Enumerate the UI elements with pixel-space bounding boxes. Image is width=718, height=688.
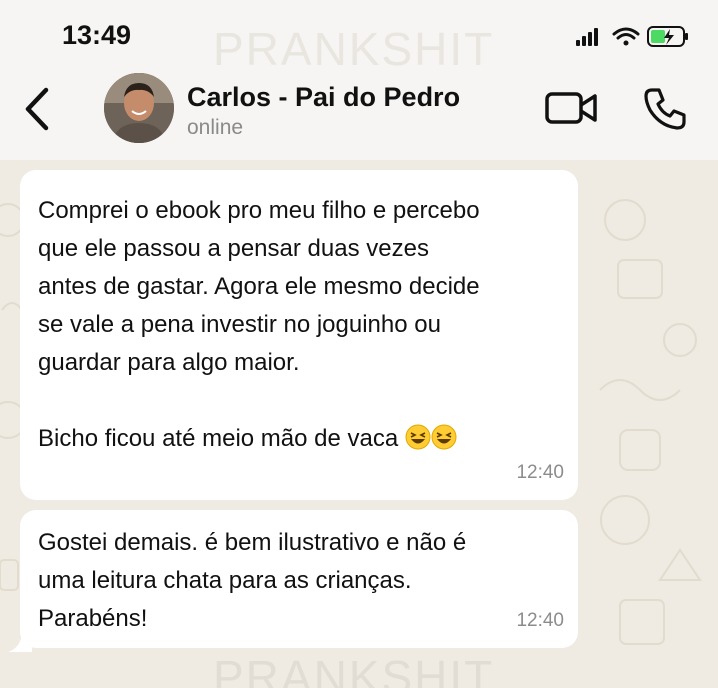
watermark: PRANKSHIT	[213, 23, 495, 75]
laughing-emoji-icon	[405, 424, 457, 452]
contact-name[interactable]: Carlos - Pai do Pedro	[187, 82, 460, 113]
message-timestamp: 12:40	[516, 462, 564, 483]
battery-icon	[647, 26, 688, 47]
message-text: Comprei o ebook pro meu filho e percebo …	[38, 192, 560, 458]
message-bubble[interactable]: Comprei o ebook pro meu filho e percebo …	[20, 170, 578, 500]
watermark: PRANKSHIT	[213, 651, 495, 688]
status-time: 13:49	[62, 20, 132, 50]
bubble-tail	[8, 634, 32, 652]
chat-area[interactable]: Comprei o ebook pro meu filho e percebo …	[0, 160, 718, 688]
chevron-left-icon[interactable]	[22, 86, 56, 132]
message-text: Gostei demais. é bem ilustrativo e não é…	[38, 529, 467, 632]
signal-icon	[576, 28, 598, 46]
message-timestamp: 12:40	[516, 610, 564, 631]
chat-header: PRANKSHIT 13:49 Carlos - Pai do Pedro on…	[0, 0, 718, 160]
message-text-body: Comprei o ebook pro meu filho e percebo …	[38, 197, 480, 452]
wifi-icon	[612, 27, 640, 46]
phone-icon[interactable]	[642, 86, 688, 132]
avatar[interactable]	[104, 73, 174, 143]
status-icons	[576, 26, 688, 47]
presence-status: online	[187, 116, 244, 139]
video-camera-icon[interactable]	[544, 88, 598, 128]
message-bubble[interactable]: Gostei demais. é bem ilustrativo e não é…	[20, 510, 578, 648]
